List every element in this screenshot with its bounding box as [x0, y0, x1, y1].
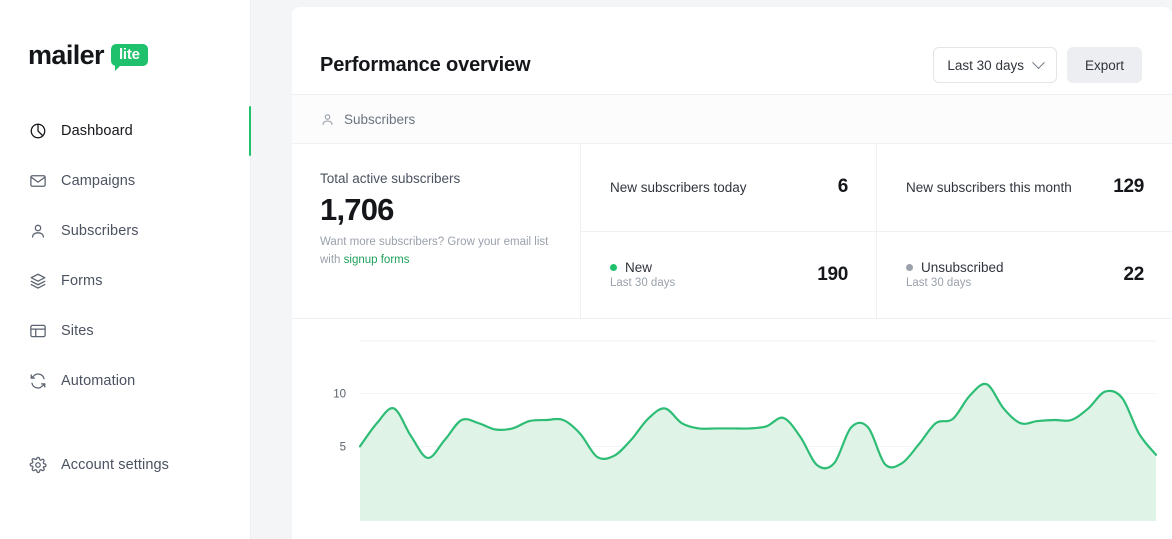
pie-chart-icon: [28, 122, 47, 141]
stat-text-group: New Last 30 days: [610, 260, 675, 289]
user-icon: [320, 112, 335, 127]
stat-period: Last 30 days: [610, 277, 676, 290]
stat-label: Unsubscribed: [921, 260, 1004, 276]
sidebar-item-label: Account settings: [61, 457, 169, 473]
sidebar-item-label: Automation: [61, 373, 136, 389]
stats-grid: Total active subscribers 1,706 Want more…: [292, 144, 1172, 319]
chart-canvas: 5 10: [333, 340, 1158, 521]
subscribers-chart[interactable]: 5 10: [292, 319, 1172, 539]
stat-value: 190: [817, 263, 848, 285]
total-subscribers-caption: Total active subscribers: [320, 171, 461, 186]
logo-badge: lite: [110, 43, 148, 72]
svg-text:10: 10: [333, 389, 346, 401]
stat-value: 6: [837, 176, 849, 198]
sidebar-item-automation[interactable]: Automation: [0, 356, 250, 406]
user-icon: [28, 222, 47, 241]
sidebar-item-label: Sites: [61, 323, 94, 339]
logo[interactable]: mailer lite: [0, 0, 250, 74]
card-header: Performance overview Last 30 days Export: [292, 7, 1172, 94]
app-root: mailer lite Dashboard Campaigns Subscrib…: [0, 0, 1172, 539]
performance-card: Performance overview Last 30 days Export…: [292, 7, 1172, 539]
stat-column-right: New subscribers this month 129 Unsubscri…: [877, 144, 1172, 318]
total-subscribers-panel: Total active subscribers 1,706 Want more…: [292, 144, 581, 318]
sidebar-item-label: Forms: [61, 273, 103, 289]
stat-new: New Last 30 days 190: [581, 232, 876, 319]
layers-icon: [28, 272, 47, 291]
sidebar-item-sites[interactable]: Sites: [0, 306, 250, 356]
svg-text:5: 5: [340, 441, 346, 453]
stat-period: Last 30 days: [906, 277, 972, 290]
active-indicator: [248, 106, 251, 156]
stat-label-row: Unsubscribed: [906, 260, 1004, 275]
chevron-down-icon: [1032, 55, 1045, 69]
window-icon: [28, 322, 47, 341]
sidebar-item-label: Dashboard: [61, 123, 133, 139]
stat-columns: New subscribers today 6 New Last 30 days: [581, 144, 1172, 318]
stat-unsubscribed: Unsubscribed Last 30 days 22: [877, 232, 1172, 319]
signup-forms-link[interactable]: signup forms: [344, 254, 410, 266]
gear-icon: [28, 456, 47, 475]
stat-label: New subscribers today: [610, 179, 747, 195]
status-dot-new: [610, 264, 617, 272]
page-title: Performance overview: [320, 53, 531, 76]
tab-bar: Subscribers: [292, 94, 1172, 144]
stat-new-subscribers-this-month: New subscribers this month 129: [877, 144, 1172, 232]
main-content: Performance overview Last 30 days Export…: [251, 0, 1172, 539]
date-range-select[interactable]: Last 30 days: [933, 47, 1057, 83]
tab-label: Subscribers: [344, 111, 416, 127]
date-range-value: Last 30 days: [947, 57, 1024, 73]
sidebar-item-subscribers[interactable]: Subscribers: [0, 206, 250, 256]
envelope-icon: [28, 172, 47, 191]
logo-text: mailer: [28, 39, 105, 70]
sidebar-item-label: Campaigns: [61, 173, 136, 189]
stat-label-row: New: [610, 260, 675, 275]
sidebar-item-account-settings[interactable]: Account settings: [0, 440, 250, 490]
status-dot-unsubscribed: [906, 264, 913, 272]
tab-subscribers[interactable]: Subscribers: [320, 112, 415, 127]
stat-text-group: Unsubscribed Last 30 days: [906, 260, 1004, 289]
stat-value: 129: [1113, 176, 1144, 198]
sidebar-item-forms[interactable]: Forms: [0, 256, 250, 306]
signup-promo: Want more subscribers? Grow your email l…: [320, 234, 552, 270]
stat-label: New: [625, 260, 653, 276]
header-actions: Last 30 days Export: [933, 47, 1142, 83]
export-button[interactable]: Export: [1066, 47, 1142, 83]
sidebar-nav: Dashboard Campaigns Subscribers Forms Si…: [0, 106, 251, 490]
stat-value: 22: [1123, 263, 1144, 285]
refresh-icon: [28, 372, 47, 391]
sidebar-item-campaigns[interactable]: Campaigns: [0, 156, 250, 206]
sidebar-item-label: Subscribers: [61, 223, 139, 239]
stat-new-subscribers-today: New subscribers today 6: [581, 144, 876, 232]
stat-label: New subscribers this month: [906, 179, 1072, 195]
sidebar: mailer lite Dashboard Campaigns Subscrib…: [0, 0, 251, 539]
stat-column-left: New subscribers today 6 New Last 30 days: [581, 144, 877, 318]
total-subscribers-value: 1,706: [320, 192, 394, 227]
sidebar-item-dashboard[interactable]: Dashboard: [0, 106, 251, 156]
